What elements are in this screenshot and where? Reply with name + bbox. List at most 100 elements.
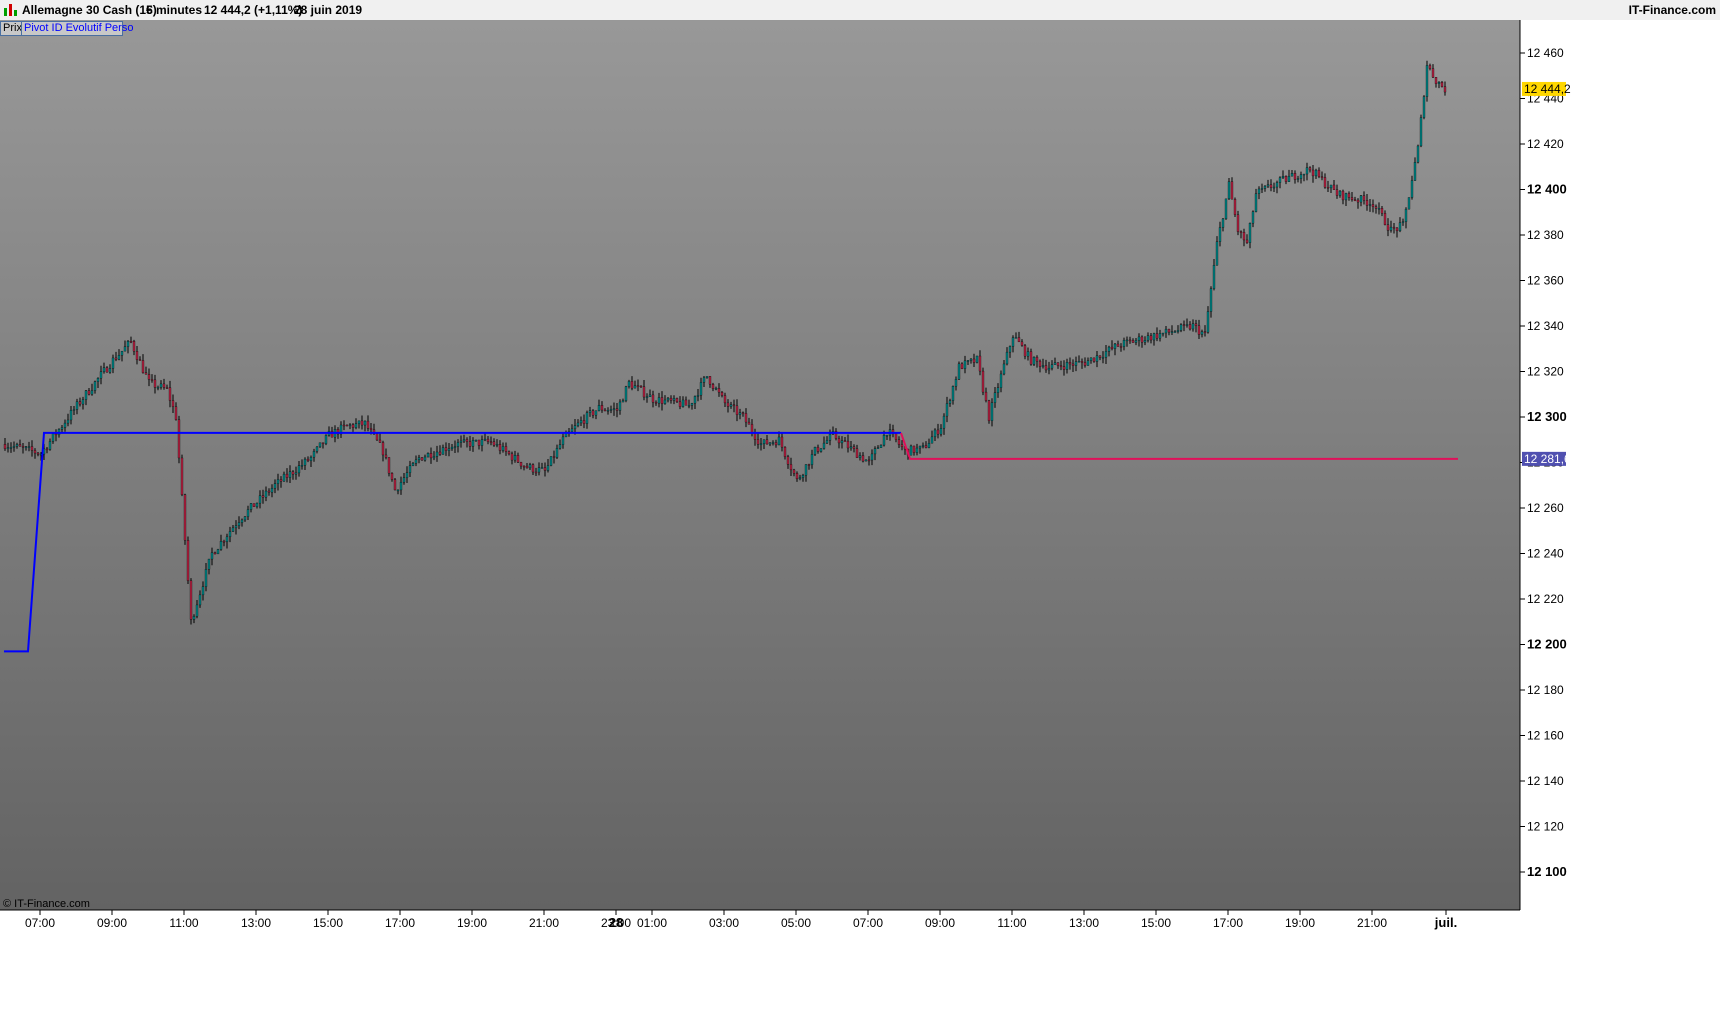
candle-body (1029, 351, 1033, 365)
candle-body (63, 422, 67, 428)
instrument-name: Allemagne 30 Cash (1€) (22, 3, 157, 17)
candle-body (156, 387, 160, 389)
candle-body (867, 459, 871, 462)
candle-body (198, 594, 202, 606)
candle-body (1392, 226, 1396, 229)
candle-body (702, 377, 706, 383)
candle-body (15, 444, 19, 447)
candle-body (207, 558, 211, 570)
last-price-label: 12 444,2 (1524, 82, 1571, 96)
plot-area[interactable] (0, 20, 1520, 910)
candle-body (1434, 77, 1438, 84)
candle-body (261, 495, 265, 498)
candle-body (1182, 324, 1186, 326)
candle-body (1083, 362, 1087, 366)
candle-body (1146, 335, 1150, 341)
candle-body (1371, 204, 1375, 207)
candle-body (120, 350, 124, 356)
candle-body (435, 451, 439, 457)
candle-body (600, 405, 604, 411)
candle-body (135, 351, 139, 360)
candle-body (843, 440, 847, 442)
candle-body (1368, 204, 1372, 206)
candle-body (1116, 343, 1120, 347)
candle-body (642, 386, 646, 398)
candle-body (249, 503, 253, 510)
candle-body (552, 456, 556, 458)
candle-body (558, 444, 562, 449)
candle-body (1119, 346, 1123, 348)
candle-body (1419, 117, 1423, 147)
candle-body (150, 379, 154, 381)
candle-body (987, 400, 991, 421)
candle-body (426, 453, 430, 458)
candle-body (471, 440, 475, 447)
price-tick-label: 12 340 (1527, 319, 1564, 333)
candle-body (960, 363, 964, 369)
candle-body (1188, 324, 1192, 330)
candle-body (390, 473, 394, 480)
candle-body (102, 367, 106, 372)
candle-body (918, 445, 922, 449)
candle-body (771, 442, 775, 444)
candle-body (45, 448, 49, 451)
price-chart[interactable]: 12 100 12 120 12 140 12 160 12 180 12 200 12 2… (0, 20, 1720, 1020)
candle-body (1194, 323, 1198, 326)
candle-body (1377, 208, 1381, 210)
candle-body (993, 392, 997, 403)
candle-body (1440, 82, 1444, 87)
candle-body (387, 457, 391, 474)
candle-body (675, 398, 679, 403)
candle-body (1290, 173, 1294, 177)
candle-body (1011, 337, 1015, 347)
candle-body (528, 464, 532, 469)
candle-body (1365, 200, 1369, 206)
candle-body (504, 446, 508, 452)
candle-body (840, 440, 844, 444)
candle-body (885, 434, 889, 437)
candle-body (627, 381, 631, 387)
candle-body (171, 400, 175, 407)
candle-body (1023, 345, 1027, 357)
pivot-indicator-tag[interactable]: Pivot ID Evolutif Perso (21, 21, 133, 36)
candle-body (366, 420, 370, 429)
candle-body (657, 397, 661, 404)
candle-body (1401, 221, 1405, 223)
candle-body (729, 404, 733, 407)
candle-body (33, 450, 37, 454)
candle-body (1317, 169, 1321, 177)
candle-body (66, 419, 70, 424)
candle-body (462, 439, 466, 442)
candle-body (954, 379, 958, 387)
candle-body (912, 445, 916, 453)
candle-body (1140, 336, 1144, 343)
price-tick-label: 12 360 (1527, 274, 1564, 288)
candle-body (618, 401, 622, 411)
candle-body (1041, 365, 1045, 367)
candle-body (984, 391, 988, 401)
candle-body (162, 383, 166, 388)
candle-body (459, 440, 463, 443)
candle-body (591, 410, 595, 416)
candle-body (1380, 208, 1384, 214)
candle-body (633, 385, 637, 389)
candle-body (1092, 357, 1096, 362)
candle-body (774, 442, 778, 446)
candle-body (606, 410, 610, 412)
price-tag[interactable]: Prix (0, 21, 22, 36)
candle-body (30, 446, 34, 451)
candle-body (648, 394, 652, 398)
candle-body (216, 549, 220, 555)
candle-body (114, 357, 118, 360)
candle-body (978, 355, 982, 372)
candle-body (24, 446, 28, 448)
candle-body (870, 453, 874, 461)
candle-body (798, 477, 802, 480)
candle-body (930, 436, 934, 444)
candle-body (588, 410, 592, 413)
candle-body (714, 388, 718, 390)
candle-body (1239, 231, 1243, 233)
candle-body (27, 446, 31, 448)
candle-body (147, 374, 151, 380)
candle-body (945, 403, 949, 417)
